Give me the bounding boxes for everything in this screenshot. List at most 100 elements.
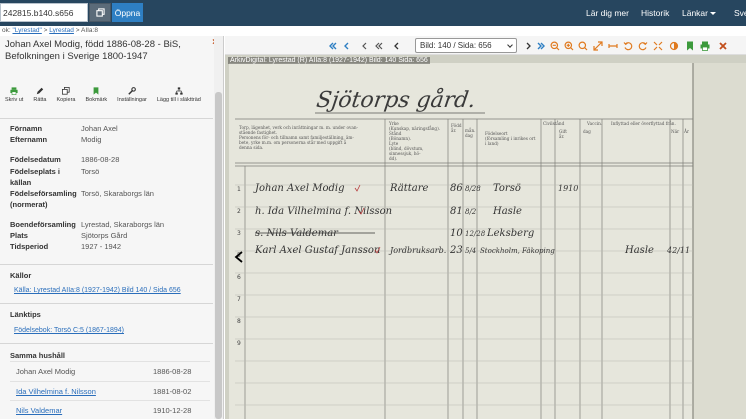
field-value: Torsö, Skaraborgs län [81, 189, 154, 198]
doc-row-place: Stockholm, Fäkoping [480, 247, 555, 255]
zoom-fit-button[interactable] [577, 40, 588, 51]
household-date: 1910-12-28 [153, 406, 192, 415]
source-link[interactable]: Källa: Lyrestad AIIa:8 (1927-1942) Bild … [14, 287, 181, 294]
doc-row-yrke: Jordbruksarb. [388, 246, 446, 255]
next-spread-button[interactable] [535, 40, 546, 51]
household-name: Johan Axel Modig [16, 367, 76, 376]
copy-button[interactable]: Kopiera [57, 87, 75, 103]
family-tree-label: Lägg till i släktträd [156, 97, 201, 103]
settings-button[interactable]: Inställningar [117, 87, 147, 103]
prev-button[interactable] [391, 40, 402, 51]
prev-page-button[interactable] [359, 40, 370, 51]
edit-label: Rätta [33, 97, 47, 103]
field-value: Torsö [81, 167, 100, 176]
svg-text:1: 1 [237, 186, 241, 193]
add-to-family-tree-button[interactable]: Lägg till i släktträd [157, 87, 201, 103]
doc-row-yrke: Rättare [389, 183, 429, 194]
viewer-toolbar: Bild: 140 / Sida: 656 [225, 36, 746, 55]
field-label: Efternamn [10, 135, 48, 144]
nav-learn-more[interactable]: Lär dig mer [586, 8, 629, 18]
bookmark-button[interactable]: Bokmärk [85, 87, 107, 103]
doc-row-date: 8/2 [465, 208, 477, 216]
household-name[interactable]: Ida Vilhelmina f. Nilsson [16, 382, 96, 401]
household-row[interactable]: Ida Vilhelmina f. Nilsson 1881-08-02 [10, 381, 210, 400]
breadcrumb: ok: "Lyrestad" > Lyrestad > AIIa:8 [0, 26, 224, 36]
open-button[interactable]: Öppna [112, 3, 143, 22]
prev-image-button[interactable] [341, 40, 352, 51]
zoom-in-button[interactable] [563, 40, 574, 51]
breadcrumb-volume: AIIa:8 [80, 27, 98, 34]
field-label: Födelsedatum [10, 155, 61, 164]
reference-input[interactable] [0, 3, 88, 22]
bookmark-icon [686, 41, 693, 50]
field-value: Lyrestad, Skaraborgs län [81, 220, 165, 229]
first-image-button[interactable] [327, 40, 338, 51]
rotate-left-icon [623, 41, 632, 50]
field-label: Tidsperiod [10, 242, 49, 251]
field-label: Förnamn [10, 124, 43, 133]
nav-language-dropdown[interactable]: Sve [734, 8, 746, 18]
bookmark-image-button[interactable] [684, 40, 695, 51]
rotate-left-button[interactable] [622, 40, 633, 51]
edit-icon [36, 87, 44, 95]
image-adjust-icon [669, 41, 678, 50]
divider [0, 264, 213, 265]
zoom-out-button[interactable] [549, 40, 560, 51]
close-icon [718, 41, 727, 50]
breadcrumb-parish[interactable]: Lyrestad [49, 27, 74, 34]
breadcrumb-sep: > [73, 27, 81, 34]
field-label: (normerat) [10, 200, 48, 209]
doc-heading: Sjötorps gård. [315, 86, 478, 113]
page-select[interactable]: Bild: 140 / Sida: 656 [415, 38, 517, 53]
copy-reference-button[interactable] [89, 3, 111, 22]
doc-row-year: 10 [450, 228, 463, 239]
close-viewer-button[interactable] [717, 40, 728, 51]
nav-history[interactable]: Historik [641, 8, 669, 18]
doc-row-name: Karl Axel Gustaf Jansson [254, 245, 380, 256]
nav-links-label: Länkar [682, 8, 708, 18]
breadcrumb-search[interactable]: "Lyrestad" [12, 27, 41, 34]
chevron-left-icon[interactable] [234, 251, 244, 263]
household-row[interactable]: Nils Valdemar 1910-12-28 [10, 400, 210, 419]
field-label: Plats [10, 231, 28, 240]
image-viewer[interactable]: Sjötorps gård. Torp, lägenhet, verk och … [225, 55, 746, 419]
top-navbar: Öppna Lär dig mer Historik Länkar Sve [0, 0, 746, 26]
sidebar-scrollbar-thumb[interactable] [215, 92, 222, 419]
doc-col-header: Inflyttad eller överflyttad från. [611, 121, 676, 126]
chevron-down-icon [507, 42, 513, 48]
edit-button[interactable]: Rätta [33, 87, 47, 103]
rotate-right-button[interactable] [637, 40, 648, 51]
doc-row-place: Torsö [493, 183, 521, 194]
print-image-button[interactable] [699, 40, 710, 51]
linktips-heading: Länktips [10, 310, 41, 319]
fullscreen-button[interactable] [592, 40, 603, 51]
chevron-left-icon [361, 42, 366, 49]
field-label: Boendeförsamling [10, 220, 76, 229]
reset-view-button[interactable] [652, 40, 663, 51]
household-name[interactable]: Nils Valdemar [16, 401, 62, 419]
doc-row-year: 23 [449, 245, 463, 256]
fit-width-icon [607, 43, 618, 48]
nav-links-dropdown[interactable]: Länkar [682, 8, 716, 18]
family-tree-icon [175, 87, 183, 95]
adjust-image-button[interactable] [668, 40, 679, 51]
field-value: Sjötorps Gård [81, 231, 128, 240]
divider [0, 343, 213, 344]
bookmark-label: Bokmärk [85, 97, 108, 103]
zoom-in-icon [564, 41, 573, 50]
svg-text:2: 2 [237, 208, 241, 215]
fit-width-button[interactable] [607, 40, 618, 51]
doc-col-header: Vaccin. [586, 121, 602, 126]
field-value: 1927 - 1942 [81, 242, 122, 251]
next-button[interactable] [522, 40, 533, 51]
zoom-icon [578, 41, 587, 50]
prev-spread-button[interactable] [373, 40, 384, 51]
svg-text:3: 3 [237, 230, 241, 237]
print-button[interactable]: Skriv ut [5, 87, 23, 103]
doc-row-year: 86 [450, 183, 463, 194]
linktip-link[interactable]: Födelsebok: Torsö C:5 (1867-1894) [14, 327, 124, 334]
household-row: Johan Axel Modig 1886-08-28 [10, 361, 210, 380]
record-title: Johan Axel Modig, född 1886-08-28 - BiS,… [5, 39, 181, 62]
viewer-caption: ArkivDigital: Lyrestad (R) AIIa:8 (1927-… [228, 57, 430, 64]
svg-text:7: 7 [237, 296, 241, 303]
